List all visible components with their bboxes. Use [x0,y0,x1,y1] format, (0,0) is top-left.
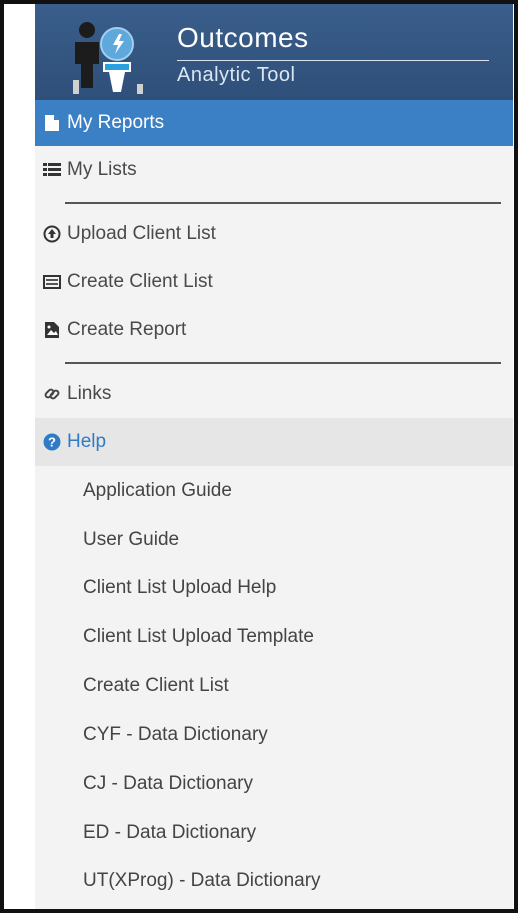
nav-links[interactable]: Links [35,370,513,418]
help-item-user-guide[interactable]: User Guide [83,529,179,551]
nav-divider [65,202,501,204]
help-item-client-list-upload-template[interactable]: Client List Upload Template [83,626,314,648]
app-title: Outcomes [177,22,309,53]
app-subtitle: Analytic Tool [177,64,296,86]
help-item-client-list-upload-help[interactable]: Client List Upload Help [83,577,276,599]
help-item-cj-data-dictionary[interactable]: CJ - Data Dictionary [83,773,253,795]
help-item-cyf-data-dictionary[interactable]: CYF - Data Dictionary [83,724,268,746]
image-file-icon [41,319,63,341]
nav-links-label: Links [67,383,112,404]
nav-my-reports-label: My Reports [67,112,165,133]
nav-create-report[interactable]: Create Report [35,306,513,354]
nav-divider [65,362,501,364]
upload-circle-icon [41,223,63,245]
file-icon [41,112,63,134]
question-circle-icon: ? [41,431,63,453]
nav-help[interactable]: ? Help [35,418,513,466]
nav-create-client-list[interactable]: Create Client List [35,258,513,306]
nav-upload-client-list[interactable]: Upload Client List [35,210,513,258]
svg-text:?: ? [48,435,56,450]
nav-create-client-list-label: Create Client List [67,271,213,292]
link-icon [41,383,63,405]
nav-help-label: Help [67,431,107,452]
help-item-ed-data-dictionary[interactable]: ED - Data Dictionary [83,822,256,844]
keyboard-icon [41,271,63,293]
help-item-create-client-list[interactable]: Create Client List [83,675,229,697]
list-icon [41,159,63,181]
nav-my-lists-label: My Lists [67,159,137,180]
app-logo-icon [73,22,143,94]
nav-my-reports[interactable]: My Reports [35,100,513,146]
help-item-application-guide[interactable]: Application Guide [83,480,232,502]
nav-my-lists[interactable]: My Lists [35,146,513,194]
title-rule [177,60,489,61]
app-header: Outcomes Analytic Tool [35,4,513,100]
help-item-ut-xprog-data-dictionary[interactable]: UT(XProg) - Data Dictionary [83,870,321,892]
nav-upload-client-list-label: Upload Client List [67,223,216,244]
nav-create-report-label: Create Report [67,319,187,340]
sidebar: Outcomes Analytic Tool My Reports My Lis… [35,4,513,909]
